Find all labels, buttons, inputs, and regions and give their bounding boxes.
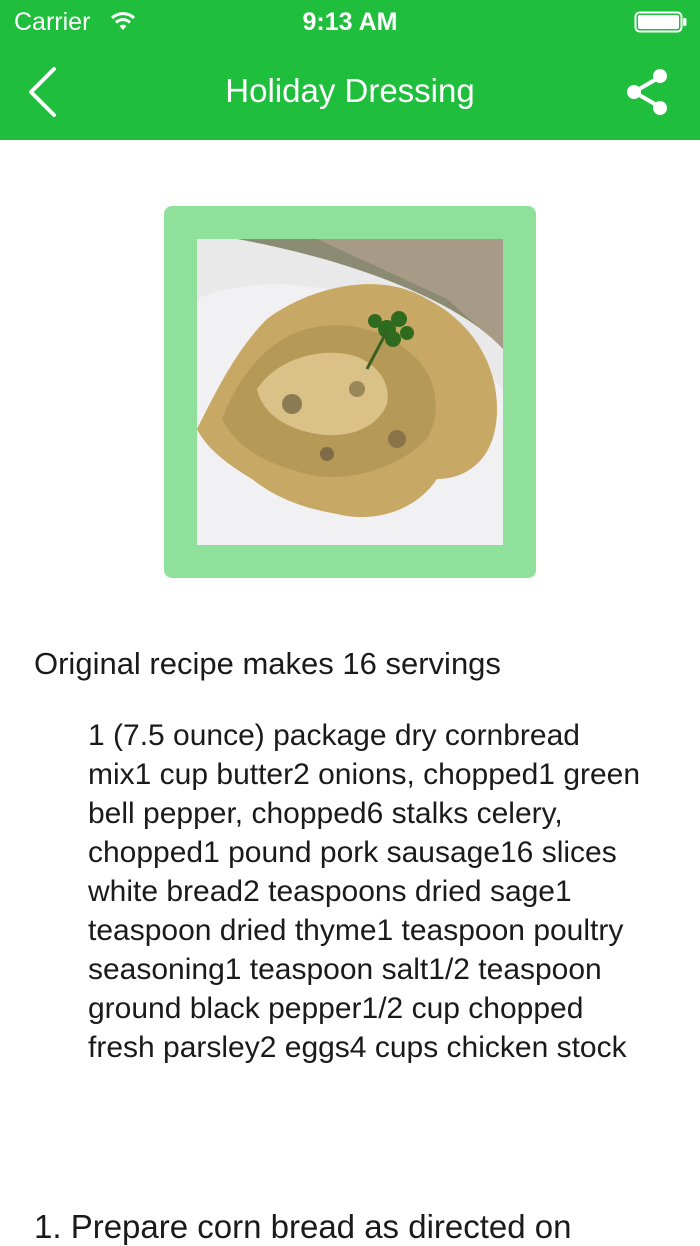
servings-text: Original recipe makes 16 servings (34, 646, 501, 681)
page-title: Holiday Dressing (225, 72, 475, 109)
navigation-bar: Carrier 9:13 AM Holiday Dressing (0, 0, 700, 140)
battery-icon (634, 11, 687, 33)
status-bar: Carrier 9:13 AM (0, 0, 700, 44)
clock: 9:13 AM (302, 8, 398, 36)
direction-step: 1. Prepare corn bread as directed on (34, 1208, 572, 1245)
recipe-photo (197, 239, 503, 545)
recipe-photo-frame (164, 206, 536, 578)
share-icon[interactable] (624, 66, 670, 118)
ingredients-text: 1 (7.5 ounce) package dry cornbread mix1… (88, 719, 641, 1064)
